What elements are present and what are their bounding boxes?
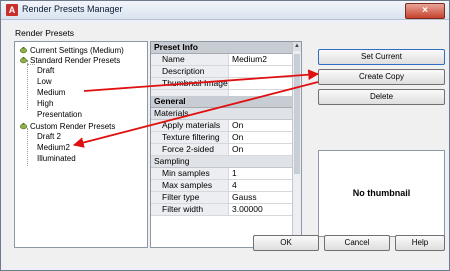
tree-group-custom[interactable]: Custom Render Presets (19, 121, 115, 132)
presets-tree[interactable]: Current Settings (Medium) Standard Rende… (14, 41, 148, 248)
thumbnail-preview: No thumbnail (318, 150, 445, 237)
property-value[interactable]: On (229, 132, 293, 143)
tree-item-draft[interactable]: Draft (37, 66, 54, 76)
property-label: Thumbnail Image (151, 78, 229, 89)
property-row-filter-type[interactable]: Filter type Gauss (151, 192, 293, 204)
vertical-scrollbar[interactable]: ▲ ▼ (292, 42, 301, 247)
property-value[interactable]: 1 (229, 168, 293, 179)
property-row-filter-width[interactable]: Filter width 3.00000 (151, 204, 293, 216)
properties-grid[interactable]: Preset Info Name Medium2 Description Thum… (150, 41, 302, 248)
tree-item-illuminated[interactable]: Illuminated (37, 154, 76, 164)
close-button[interactable]: × (405, 3, 445, 19)
tree-item-high[interactable]: High (37, 99, 53, 109)
tree-group-standard[interactable]: Standard Render Presets (19, 55, 120, 66)
sampling-subcategory[interactable]: Sampling (151, 156, 293, 168)
tree-item-low[interactable]: Low (37, 77, 52, 87)
property-label: Filter width (151, 204, 229, 215)
title-bar[interactable]: A Render Presets Manager × (1, 1, 449, 20)
property-row-texture-filtering[interactable]: Texture filtering On (151, 132, 293, 144)
property-row-thumbnail[interactable]: Thumbnail Image (151, 78, 293, 90)
tree-item-presentation[interactable]: Presentation (37, 110, 82, 120)
property-value[interactable]: Gauss (229, 192, 293, 203)
property-value[interactable]: 4 (229, 180, 293, 191)
delete-button[interactable]: Delete (318, 89, 445, 105)
scrollbar-thumb[interactable] (294, 54, 300, 174)
property-row-apply-materials[interactable]: Apply materials On (151, 120, 293, 132)
tree-item-draft-2[interactable]: Draft 2 (37, 132, 61, 142)
teapot-icon (19, 45, 28, 54)
scroll-up-arrow-icon[interactable]: ▲ (293, 42, 301, 51)
tree-item-medium[interactable]: Medium (37, 88, 65, 98)
general-category[interactable]: General (151, 96, 293, 108)
no-thumbnail-text: No thumbnail (352, 188, 411, 198)
window-title: Render Presets Manager (22, 4, 123, 14)
property-label: Max samples (151, 180, 229, 191)
tree-item-label: Custom Render Presets (30, 122, 116, 131)
help-button[interactable]: Help (395, 235, 445, 251)
teapot-icon (19, 121, 28, 130)
property-value[interactable]: Medium2 (229, 54, 293, 65)
property-value[interactable]: On (229, 144, 293, 155)
teapot-icon (19, 55, 28, 64)
ok-button[interactable]: OK (253, 235, 319, 251)
property-label: Name (151, 54, 229, 65)
set-current-button[interactable]: Set Current (318, 49, 445, 65)
dialog-body: Render Presets Current Settings (Medium)… (5, 23, 445, 267)
property-value[interactable]: On (229, 120, 293, 131)
property-label: Description (151, 66, 229, 77)
property-row-description[interactable]: Description (151, 66, 293, 78)
cancel-button[interactable]: Cancel (324, 235, 390, 251)
property-label: Filter type (151, 192, 229, 203)
render-presets-manager-window: A Render Presets Manager × Render Preset… (0, 0, 450, 271)
tree-item-label: Current Settings (Medium) (30, 46, 124, 55)
property-label: Apply materials (151, 120, 229, 131)
tree-item-label: Standard Render Presets (30, 56, 121, 65)
property-label: Force 2-sided (151, 144, 229, 155)
property-label: Min samples (151, 168, 229, 179)
property-row-min-samples[interactable]: Min samples 1 (151, 168, 293, 180)
create-copy-button[interactable]: Create Copy (318, 69, 445, 85)
property-value[interactable] (229, 78, 293, 89)
autocad-app-icon: A (6, 4, 18, 16)
property-label: Texture filtering (151, 132, 229, 143)
render-presets-label: Render Presets (15, 28, 75, 38)
property-value[interactable]: 3.00000 (229, 204, 293, 215)
tree-connector (27, 128, 28, 166)
property-row-name[interactable]: Name Medium2 (151, 54, 293, 66)
property-row-force-2-sided[interactable]: Force 2-sided On (151, 144, 293, 156)
property-value[interactable] (229, 66, 293, 77)
preset-info-category[interactable]: Preset Info (151, 42, 293, 54)
tree-item-medium2[interactable]: Medium2 (37, 143, 70, 153)
materials-subcategory[interactable]: Materials (151, 108, 293, 120)
property-row-max-samples[interactable]: Max samples 4 (151, 180, 293, 192)
tree-connector (27, 60, 28, 110)
